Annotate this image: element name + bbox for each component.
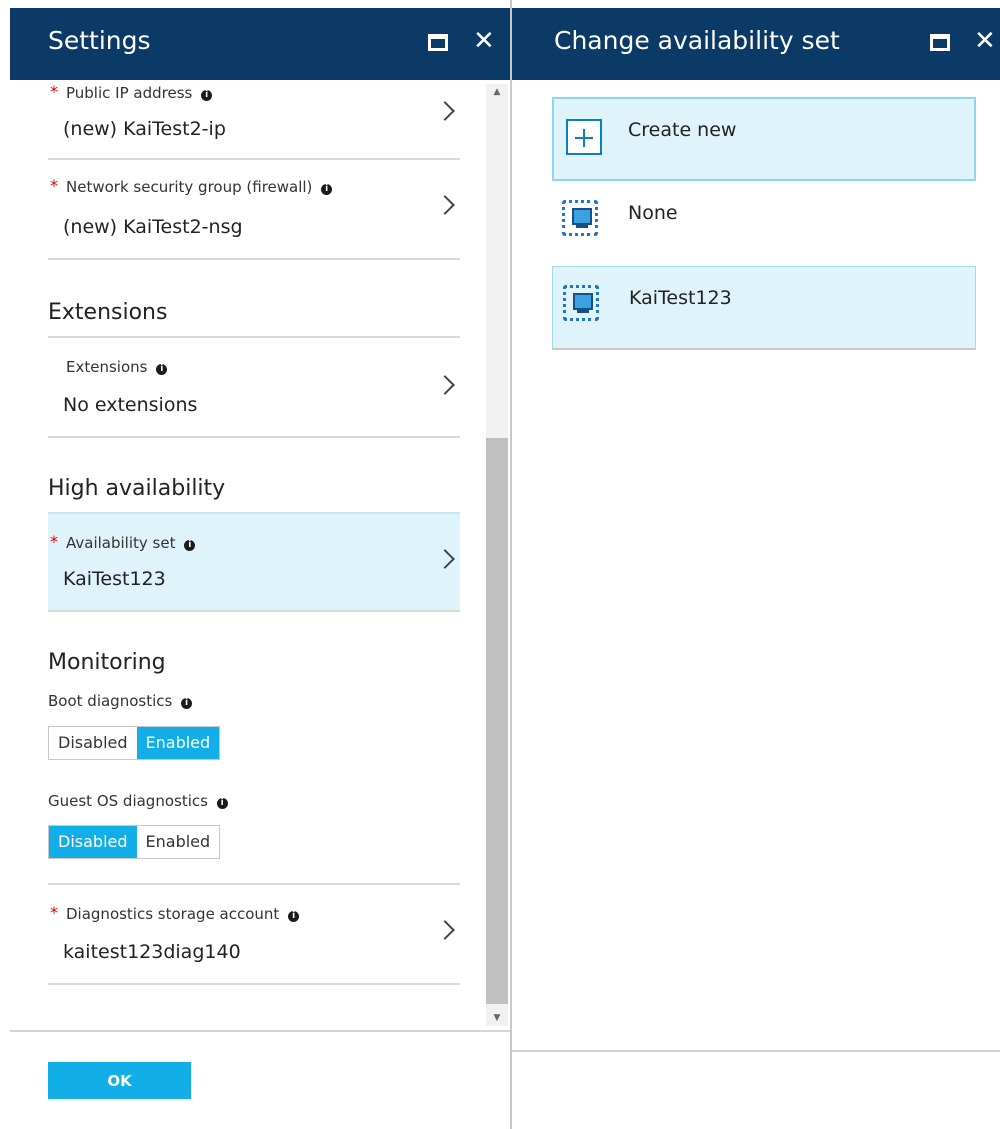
footer-divider: [10, 1030, 510, 1032]
maximize-icon[interactable]: [424, 28, 452, 56]
boot-diagnostics-label: Boot diagnostics: [48, 692, 173, 710]
info-icon[interactable]: i: [184, 540, 196, 551]
info-icon[interactable]: i: [201, 90, 213, 101]
footer-divider: [512, 1050, 1000, 1052]
info-icon[interactable]: i: [216, 798, 228, 809]
required-marker: *: [50, 532, 58, 551]
guest-os-diagnostics-disabled[interactable]: Disabled: [49, 826, 137, 858]
diagnostics-storage-row[interactable]: * Diagnostics storage account i kaitest1…: [48, 883, 460, 985]
nsg-row[interactable]: * Network security group (firewall) i (n…: [48, 160, 460, 260]
kaitest123-label: KaiTest123: [629, 287, 732, 309]
extensions-row[interactable]: Extensions i No extensions: [48, 336, 460, 438]
maximize-icon[interactable]: [926, 28, 954, 56]
create-new-option[interactable]: Create new: [552, 97, 976, 181]
settings-header: Settings ✕: [10, 8, 510, 80]
chevron-right-icon: [435, 375, 455, 395]
guest-os-diagnostics-toggle: Disabled Enabled: [48, 825, 221, 859]
info-icon[interactable]: i: [288, 911, 300, 922]
availability-set-value: KaiTest123: [63, 568, 166, 590]
none-label: None: [628, 202, 678, 224]
nsg-label: Network security group (firewall): [66, 178, 313, 196]
extensions-section-title: Extensions: [48, 300, 168, 325]
availability-header: Change availability set ✕: [512, 8, 1000, 80]
scroll-thumb[interactable]: [486, 438, 508, 1004]
chevron-right-icon: [435, 195, 455, 215]
nsg-value: (new) KaiTest2-nsg: [63, 216, 243, 238]
chevron-right-icon: [435, 549, 455, 569]
public-ip-row[interactable]: * Public IP address i (new) KaiTest2-ip: [48, 80, 460, 160]
close-icon[interactable]: ✕: [473, 26, 501, 56]
required-marker: *: [50, 176, 58, 195]
public-ip-label: Public IP address: [66, 84, 193, 102]
diagnostics-storage-label: Diagnostics storage account: [66, 905, 280, 923]
chevron-right-icon: [435, 101, 455, 121]
ok-button[interactable]: OK: [48, 1062, 191, 1099]
availability-set-icon: [562, 200, 598, 236]
settings-blade: Settings ✕ * Public IP address i (new) K…: [0, 0, 510, 1129]
high-availability-section-title: High availability: [48, 476, 226, 501]
availability-option-none[interactable]: None: [552, 182, 976, 266]
settings-title: Settings: [48, 26, 151, 55]
scroll-down-icon[interactable]: ▼: [486, 1010, 508, 1026]
settings-scrollbar[interactable]: ▲ ▼: [486, 84, 508, 1026]
guest-os-diagnostics-label: Guest OS diagnostics: [48, 792, 208, 810]
public-ip-value: (new) KaiTest2-ip: [63, 118, 226, 140]
diagnostics-storage-value: kaitest123diag140: [63, 941, 241, 963]
change-availability-set-blade: Change availability set ✕ Create new Non…: [510, 0, 1000, 1129]
info-icon[interactable]: i: [156, 364, 168, 375]
availability-title: Change availability set: [554, 26, 840, 55]
extensions-value: No extensions: [63, 394, 198, 416]
required-marker: *: [50, 903, 58, 922]
boot-diagnostics-enabled[interactable]: Enabled: [136, 727, 220, 759]
boot-diagnostics-disabled[interactable]: Disabled: [49, 727, 137, 759]
availability-set-label: Availability set: [66, 534, 176, 552]
availability-set-row[interactable]: * Availability set i KaiTest123: [48, 512, 460, 612]
monitoring-section-title: Monitoring: [48, 650, 166, 675]
create-new-label: Create new: [628, 119, 737, 141]
required-marker: *: [50, 82, 58, 101]
scroll-up-icon[interactable]: ▲: [486, 84, 508, 100]
close-icon[interactable]: ✕: [974, 26, 1000, 56]
availability-set-icon: [563, 285, 599, 321]
plus-icon: [566, 119, 602, 155]
chevron-right-icon: [435, 920, 455, 940]
boot-diagnostics-toggle: Disabled Enabled: [48, 726, 221, 760]
info-icon[interactable]: i: [181, 698, 193, 709]
extensions-label: Extensions: [66, 358, 148, 376]
availability-option-kaitest123[interactable]: KaiTest123: [552, 266, 976, 350]
guest-os-diagnostics-enabled[interactable]: Enabled: [137, 826, 220, 858]
info-icon[interactable]: i: [321, 184, 333, 195]
